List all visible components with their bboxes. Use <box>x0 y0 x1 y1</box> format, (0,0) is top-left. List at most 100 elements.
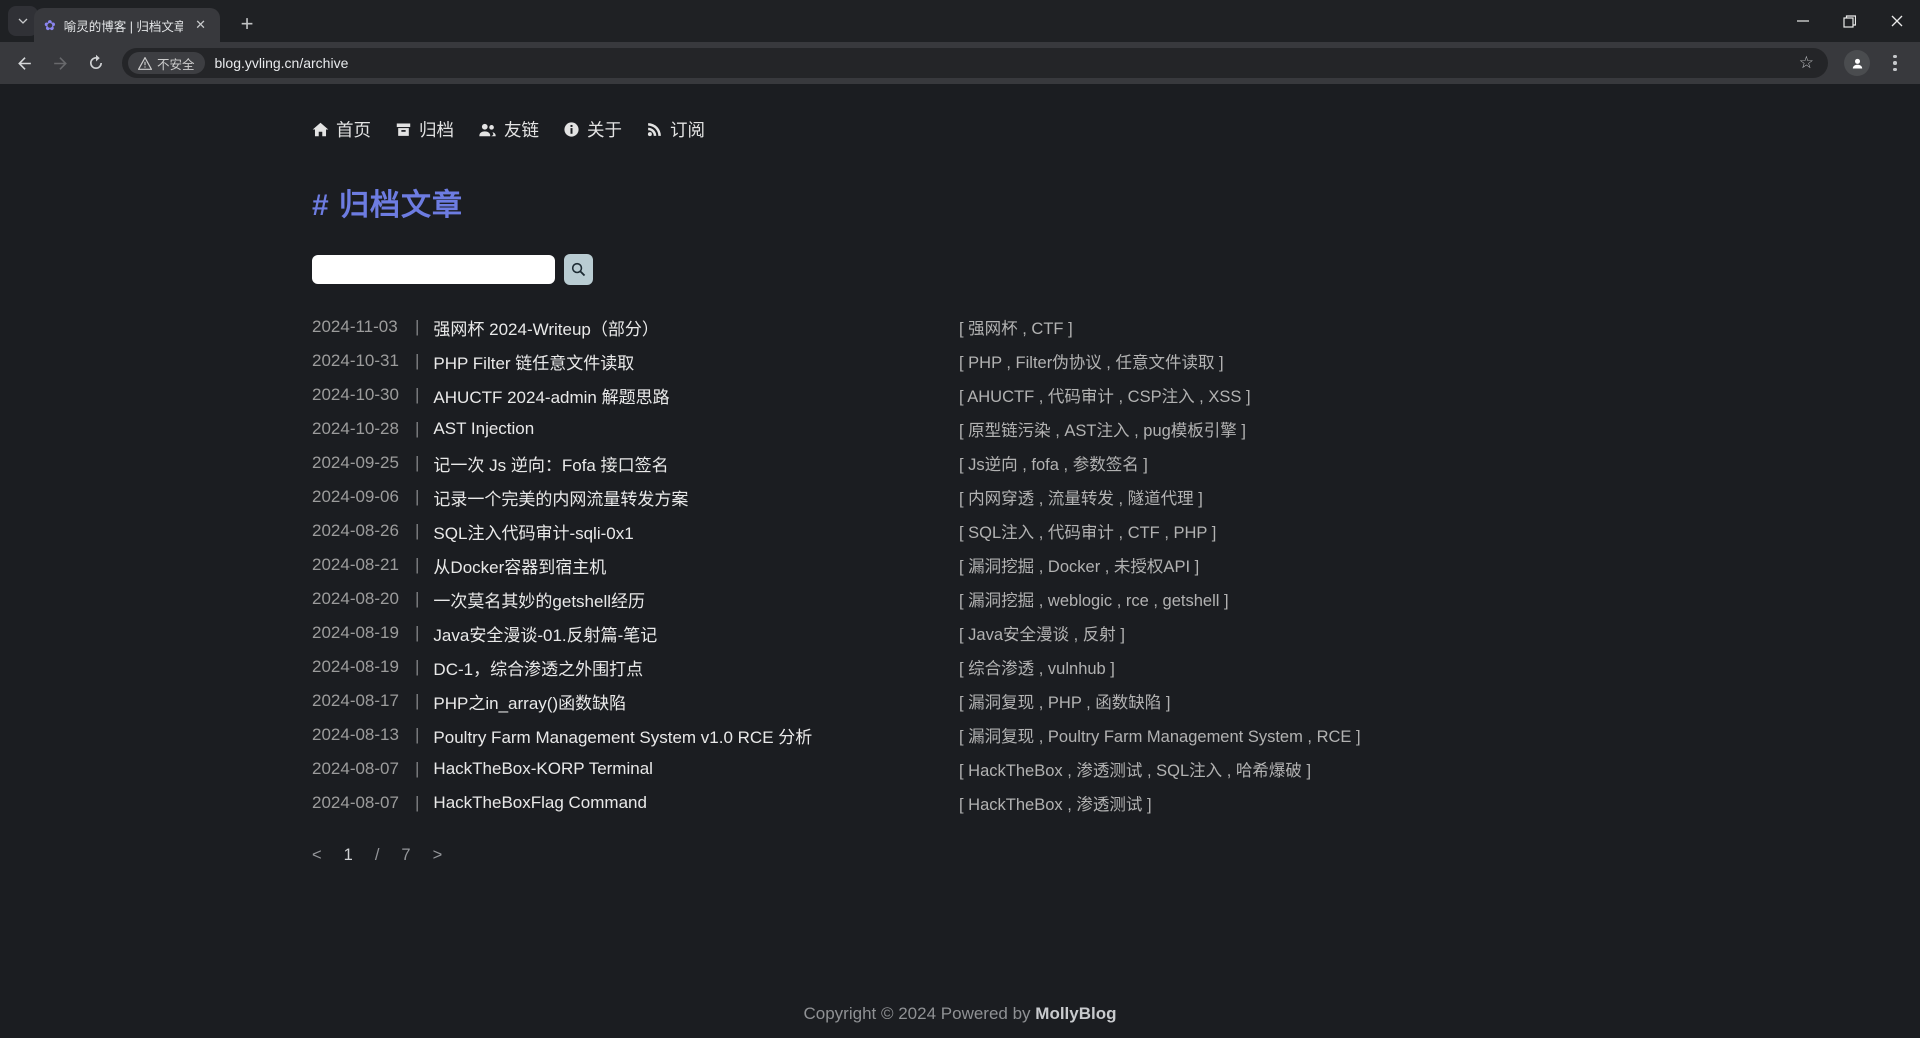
post-title-link[interactable]: Poultry Farm Management System v1.0 RCE … <box>433 723 812 748</box>
archive-row: 2024-08-26 | SQL注入代码审计-sqli-0x1 [ SQL注入 … <box>312 514 1920 548</box>
post-tags[interactable]: [ 漏洞复现 , Poultry Farm Management System … <box>959 723 1361 747</box>
row-separator: | <box>415 317 419 337</box>
archive-row: 2024-08-19 | DC-1，综合渗透之外围打点 [ 综合渗透 , vul… <box>312 650 1920 684</box>
archive-row: 2024-08-20 | 一次莫名其妙的getshell经历 [ 漏洞挖掘 , … <box>312 582 1920 616</box>
nav-item-home[interactable]: 首页 <box>312 117 371 142</box>
post-title-link[interactable]: Java安全漫谈-01.反射篇-笔记 <box>433 621 657 646</box>
forward-button[interactable] <box>44 47 76 79</box>
nav-item-about[interactable]: 关于 <box>563 117 622 142</box>
nav-item-rss[interactable]: 订阅 <box>646 117 705 142</box>
row-separator: | <box>415 487 419 507</box>
post-tags[interactable]: [ 综合渗透 , vulnhub ] <box>959 655 1115 679</box>
browser-tab[interactable]: ✿ 喻灵的博客 | 归档文章 ✕ <box>34 8 220 42</box>
current-page: 1 <box>344 846 353 865</box>
total-pages: 7 <box>401 846 410 865</box>
post-title-link[interactable]: AST Injection <box>433 419 534 439</box>
new-tab-button[interactable]: + <box>232 9 262 39</box>
post-tags[interactable]: [ 内网穿透 , 流量转发 , 隧道代理 ] <box>959 485 1203 509</box>
post-tags[interactable]: [ Java安全漫谈 , 反射 ] <box>959 621 1125 645</box>
post-title-link[interactable]: PHP之in_array()函数缺陷 <box>433 689 626 714</box>
copyright-text: Copyright © 2024 Powered by <box>804 1004 1036 1023</box>
nav-label-friends: 友链 <box>504 117 539 142</box>
post-title-link[interactable]: 记一次 Js 逆向：Fofa 接口签名 <box>433 451 668 476</box>
row-separator: | <box>415 351 419 371</box>
bookmark-star-icon[interactable]: ☆ <box>1789 53 1824 73</box>
browser-menu-button[interactable] <box>1882 50 1908 76</box>
archive-row: 2024-09-25 | 记一次 Js 逆向：Fofa 接口签名 [ Js逆向 … <box>312 446 1920 480</box>
footer-brand-link[interactable]: MollyBlog <box>1035 1004 1116 1023</box>
nav-item-archive[interactable]: 归档 <box>395 117 454 142</box>
archive-row: 2024-08-07 | HackTheBoxFlag Command [ Ha… <box>312 786 1920 820</box>
window-minimize-button[interactable] <box>1779 0 1826 42</box>
window-restore-button[interactable] <box>1826 0 1873 42</box>
post-tags[interactable]: [ 强网杯 , CTF ] <box>959 315 1073 339</box>
row-separator: | <box>415 589 419 609</box>
security-badge-label: 不安全 <box>157 54 195 73</box>
person-icon <box>1850 56 1865 71</box>
post-tags[interactable]: [ 漏洞复现 , PHP , 函数缺陷 ] <box>959 689 1170 713</box>
row-separator: | <box>415 521 419 541</box>
post-title-link[interactable]: HackTheBox-KORP Terminal <box>433 759 653 779</box>
post-title-link[interactable]: DC-1，综合渗透之外围打点 <box>433 655 643 680</box>
post-date: 2024-09-25 <box>312 453 405 473</box>
post-date: 2024-08-19 <box>312 623 405 643</box>
page-separator: / <box>375 846 380 865</box>
profile-avatar[interactable] <box>1844 50 1870 76</box>
pagination: < 1 / 7 > <box>312 840 1920 870</box>
search-icon <box>570 261 587 278</box>
post-date: 2024-10-31 <box>312 351 405 371</box>
post-title-link[interactable]: PHP Filter 链任意文件读取 <box>433 349 634 374</box>
archive-list: 2024-11-03 | 强网杯 2024-Writeup（部分） [ 强网杯 … <box>312 310 1920 820</box>
post-tags[interactable]: [ 原型链污染 , AST注入 , pug模板引擎 ] <box>959 417 1246 441</box>
post-tags[interactable]: [ HackTheBox , 渗透测试 ] <box>959 791 1152 815</box>
post-tags[interactable]: [ 漏洞挖掘 , Docker , 未授权API ] <box>959 553 1199 577</box>
home-icon <box>312 121 329 138</box>
window-close-button[interactable] <box>1873 0 1920 42</box>
friends-people-icon <box>478 121 497 138</box>
post-tags[interactable]: [ SQL注入 , 代码审计 , CTF , PHP ] <box>959 519 1216 543</box>
nav-label-archive: 归档 <box>419 117 454 142</box>
prev-page-button[interactable]: < <box>312 846 322 865</box>
post-tags[interactable]: [ HackTheBox , 渗透测试 , SQL注入 , 哈希爆破 ] <box>959 757 1311 781</box>
archive-row: 2024-08-17 | PHP之in_array()函数缺陷 [ 漏洞复现 ,… <box>312 684 1920 718</box>
post-tags[interactable]: [ AHUCTF , 代码审计 , CSP注入 , XSS ] <box>959 383 1251 407</box>
url-text[interactable]: blog.yvling.cn/archive <box>215 55 1789 71</box>
post-title-link[interactable]: 从Docker容器到宿主机 <box>433 553 606 578</box>
back-button[interactable] <box>8 47 40 79</box>
post-tags[interactable]: [ PHP , Filter伪协议 , 任意文件读取 ] <box>959 349 1224 373</box>
reload-button[interactable] <box>80 47 112 79</box>
archive-row: 2024-10-28 | AST Injection [ 原型链污染 , AST… <box>312 412 1920 446</box>
post-tags[interactable]: [ 漏洞挖掘 , weblogic , rce , getshell ] <box>959 587 1229 611</box>
post-title-link[interactable]: 强网杯 2024-Writeup（部分） <box>433 315 658 340</box>
blog-archive-page: 首页 归档 友链 关于 订阅 # 归档文章 <box>0 84 1920 1038</box>
post-date: 2024-10-28 <box>312 419 405 439</box>
archive-row: 2024-08-21 | 从Docker容器到宿主机 [ 漏洞挖掘 , Dock… <box>312 548 1920 582</box>
back-arrow-icon <box>15 54 34 73</box>
search-input[interactable] <box>312 255 555 284</box>
address-bar[interactable]: 不安全 blog.yvling.cn/archive ☆ <box>122 48 1828 78</box>
row-separator: | <box>415 419 419 439</box>
post-date: 2024-09-06 <box>312 487 405 507</box>
post-title-link[interactable]: AHUCTF 2024-admin 解题思路 <box>433 383 669 408</box>
tab-close-icon[interactable]: ✕ <box>191 15 210 35</box>
post-date: 2024-08-20 <box>312 589 405 609</box>
browser-toolbar: 不安全 blog.yvling.cn/archive ☆ <box>0 42 1920 84</box>
row-separator: | <box>415 793 419 813</box>
tab-title: 喻灵的博客 | 归档文章 <box>64 16 183 35</box>
security-badge[interactable]: 不安全 <box>128 52 205 74</box>
next-page-button[interactable]: > <box>433 846 443 865</box>
site-navigation: 首页 归档 友链 关于 订阅 <box>312 114 1920 144</box>
archive-row: 2024-10-30 | AHUCTF 2024-admin 解题思路 [ AH… <box>312 378 1920 412</box>
post-date: 2024-11-03 <box>312 317 405 337</box>
search-button[interactable] <box>564 254 593 285</box>
nav-item-friends[interactable]: 友链 <box>478 117 539 142</box>
post-title-link[interactable]: 一次莫名其妙的getshell经历 <box>433 587 645 612</box>
warning-triangle-icon <box>138 57 152 70</box>
minimize-icon <box>1797 15 1809 27</box>
post-title-link[interactable]: 记录一个完美的内网流量转发方案 <box>433 485 688 510</box>
close-icon <box>1891 15 1903 27</box>
page-title: # 归档文章 <box>312 188 1920 224</box>
post-title-link[interactable]: HackTheBoxFlag Command <box>433 793 647 813</box>
post-tags[interactable]: [ Js逆向 , fofa , 参数签名 ] <box>959 451 1148 475</box>
post-title-link[interactable]: SQL注入代码审计-sqli-0x1 <box>433 519 633 544</box>
